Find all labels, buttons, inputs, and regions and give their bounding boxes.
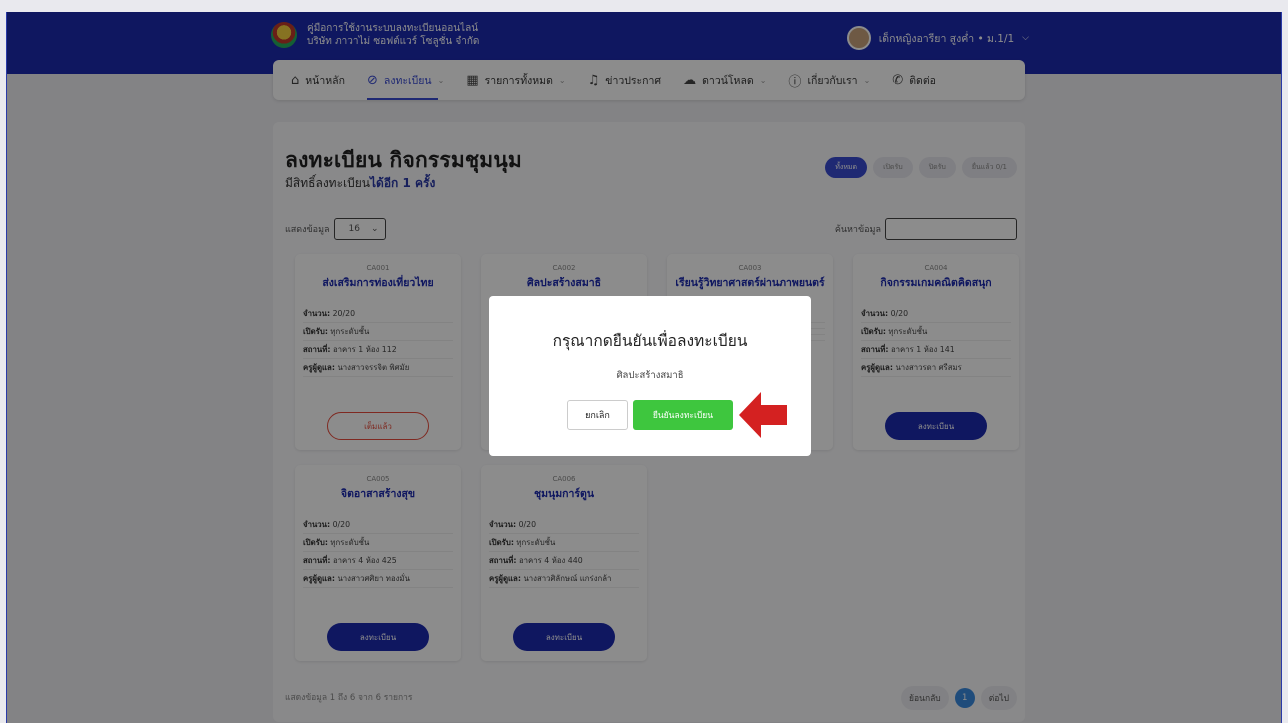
red-arrow-icon (739, 392, 787, 438)
dialog-activity-name: ศิลปะสร้างสมาธิ (616, 370, 684, 381)
dialog-title: กรุณากดยืนยันเพื่อลงทะเบียน (552, 332, 748, 350)
confirm-register-button[interactable]: ยืนยันลงทะเบียน (633, 400, 733, 430)
cancel-button[interactable]: ยกเลิก (567, 400, 628, 430)
app-frame: คู่มือการใช้งานระบบลงทะเบียนออนไลน์ บริษ… (6, 12, 1282, 723)
confirm-dialog: กรุณากดยืนยันเพื่อลงทะเบียน ศิลปะสร้างสม… (489, 296, 811, 456)
